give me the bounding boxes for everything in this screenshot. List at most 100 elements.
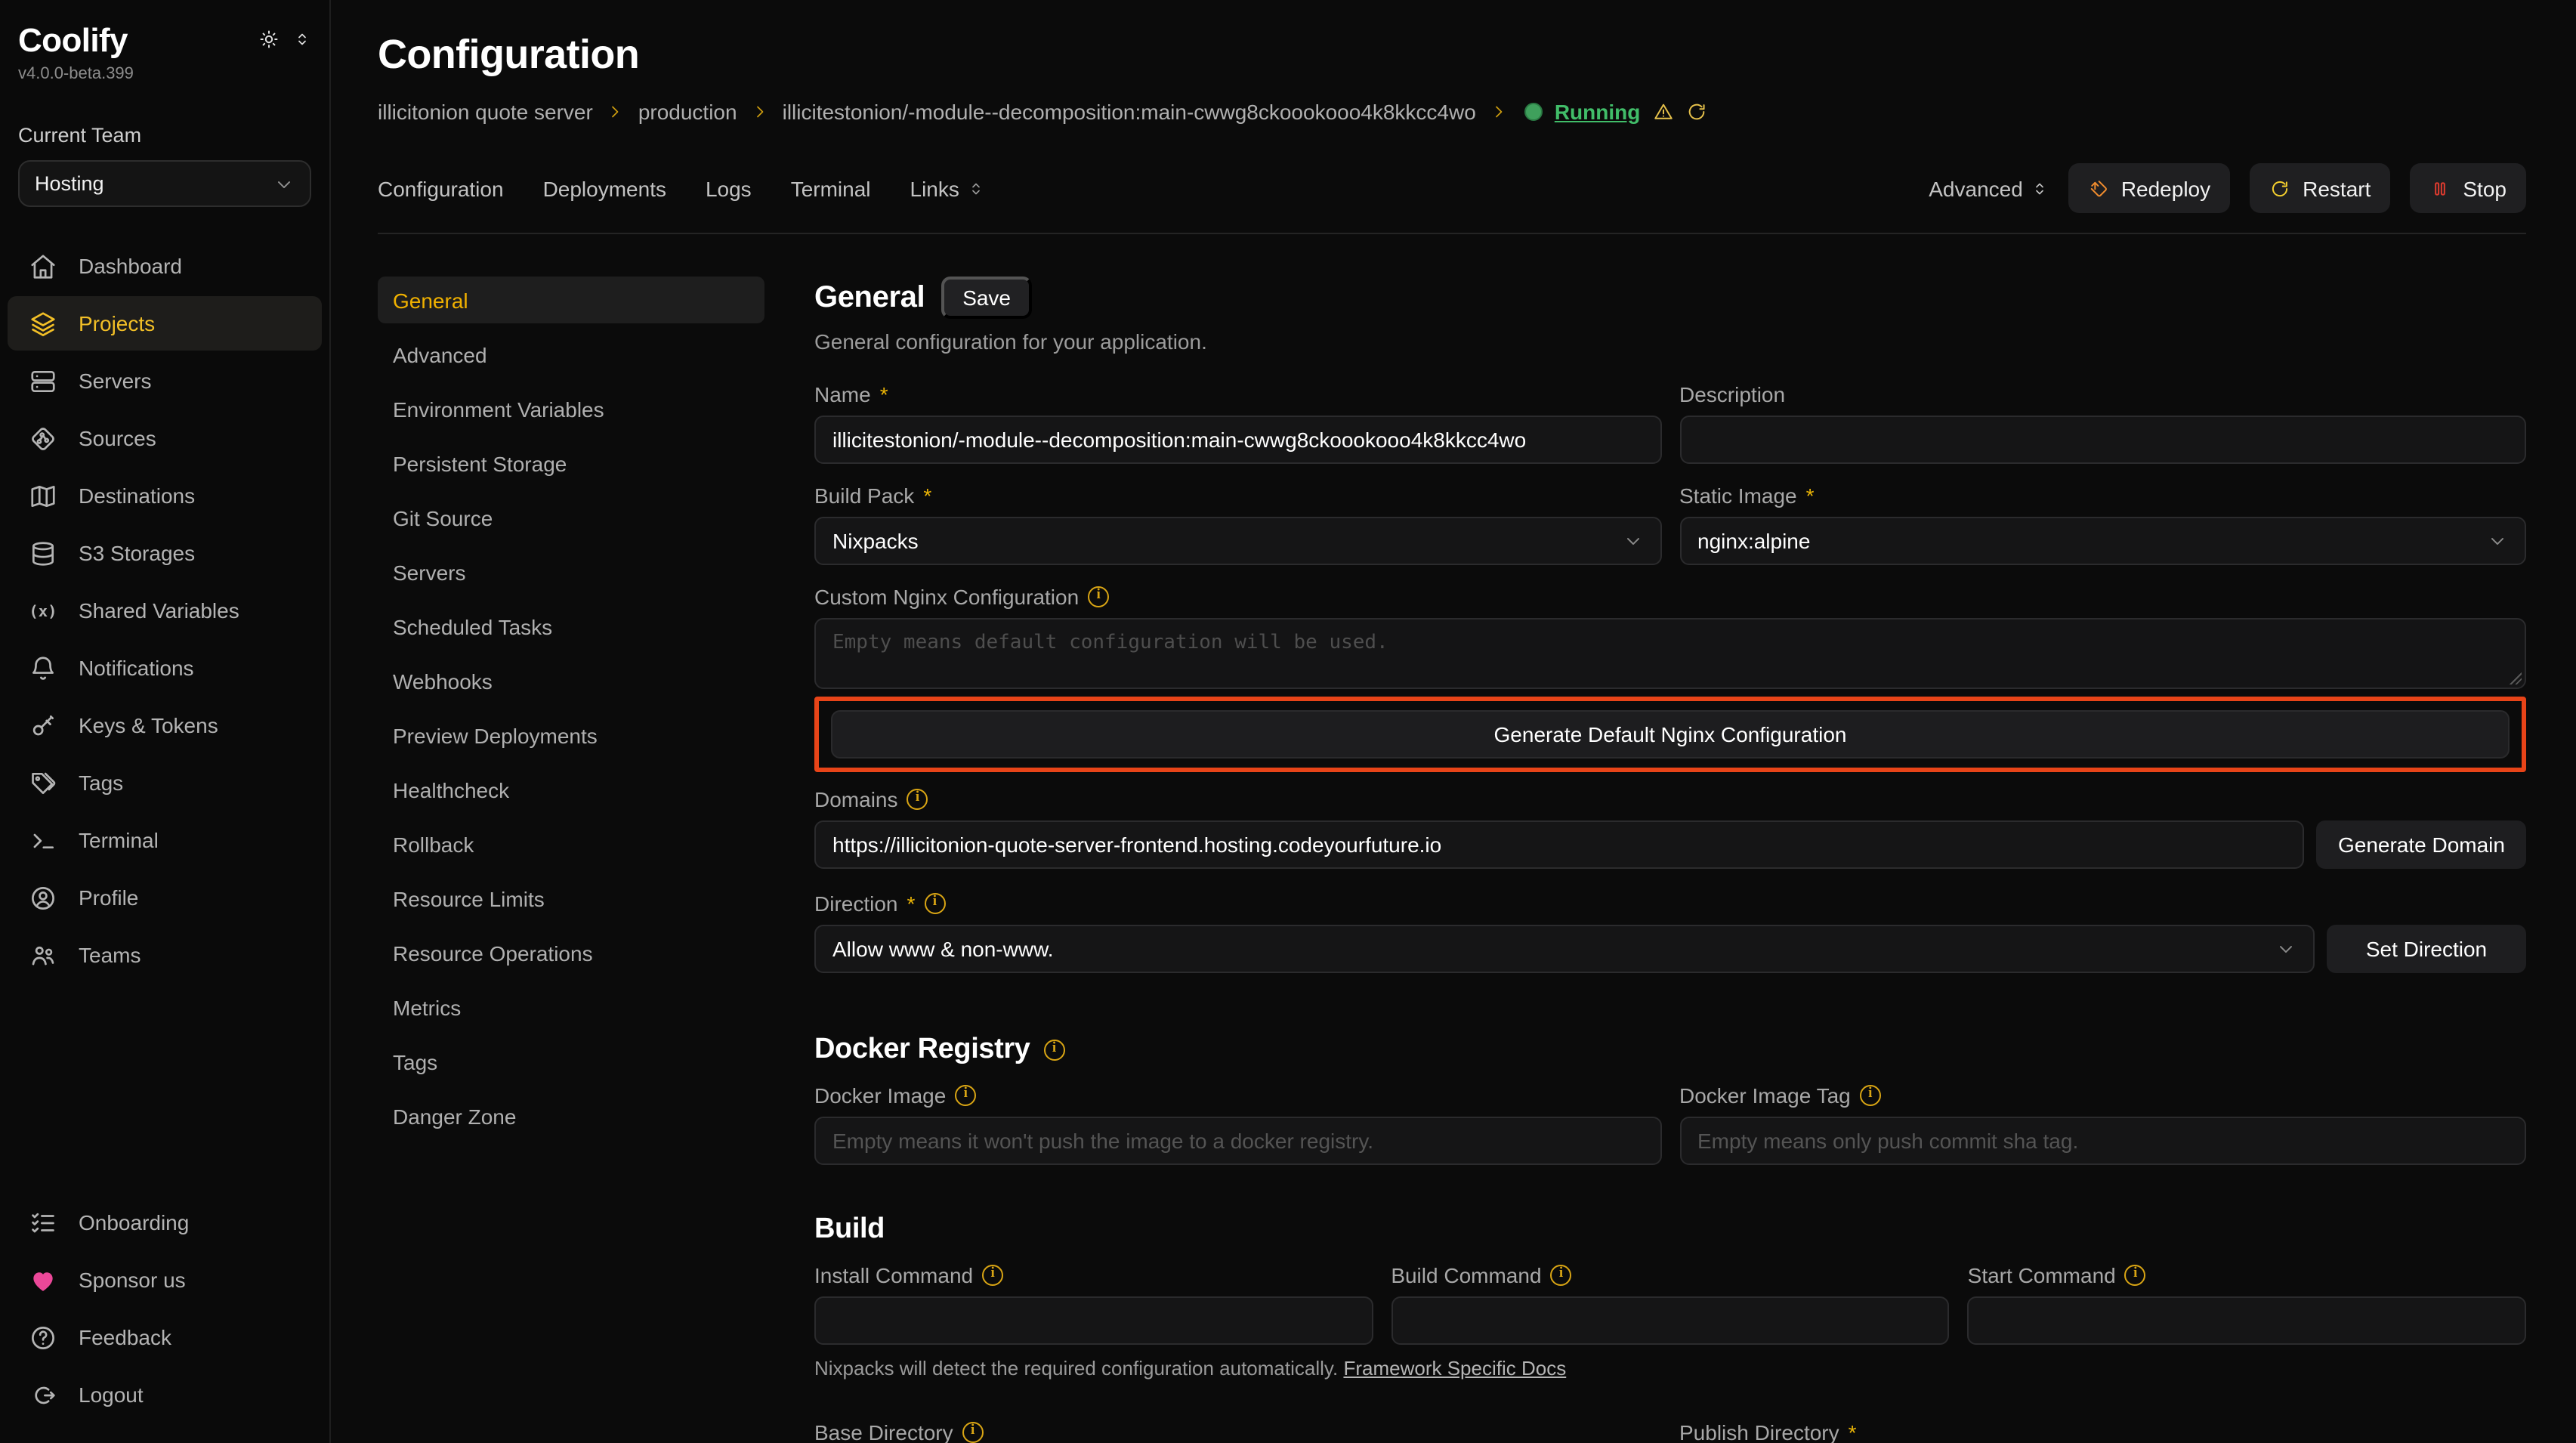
- install-command-input[interactable]: [814, 1296, 1373, 1345]
- sidebar-item-onboarding[interactable]: Onboarding: [8, 1195, 322, 1250]
- build-pack-select[interactable]: Nixpacks: [814, 517, 1661, 565]
- set-direction-button[interactable]: Set Direction: [2327, 925, 2526, 973]
- subnav-item-git-source[interactable]: Git Source: [378, 494, 764, 541]
- docker-image-input[interactable]: [814, 1117, 1661, 1165]
- info-icon[interactable]: i: [955, 1084, 976, 1105]
- info-icon[interactable]: i: [1551, 1264, 1572, 1285]
- info-icon[interactable]: i: [1860, 1084, 1881, 1105]
- theme-sun-icon[interactable]: [258, 29, 280, 50]
- sidebar-item-label: Logout: [79, 1383, 144, 1407]
- info-icon[interactable]: i: [2125, 1264, 2146, 1285]
- refresh-icon[interactable]: [1685, 101, 1707, 122]
- info-icon[interactable]: i: [1088, 586, 1109, 607]
- build-command-input[interactable]: [1391, 1296, 1949, 1345]
- sidebar-item-shared-variables[interactable]: Shared Variables: [8, 583, 322, 638]
- variables-icon: [29, 596, 57, 625]
- subnav-item-servers[interactable]: Servers: [378, 548, 764, 595]
- sidebar-item-keys-tokens[interactable]: Keys & Tokens: [8, 698, 322, 752]
- tab-configuration[interactable]: Configuration: [378, 176, 504, 200]
- custom-nginx-textarea[interactable]: [814, 618, 2526, 689]
- subnav-item-danger-zone[interactable]: Danger Zone: [378, 1092, 764, 1139]
- logout-icon: [29, 1380, 57, 1409]
- subnav-item-advanced[interactable]: Advanced: [378, 331, 764, 378]
- pause-icon: [2429, 178, 2451, 199]
- warning-icon[interactable]: [1652, 101, 1673, 122]
- bell-icon: [29, 654, 57, 682]
- tab-terminal[interactable]: Terminal: [791, 176, 871, 200]
- required-mark: *: [923, 483, 931, 507]
- info-icon[interactable]: i: [982, 1264, 1003, 1285]
- info-icon[interactable]: i: [962, 1421, 984, 1442]
- subnav-item-resource-limits[interactable]: Resource Limits: [378, 875, 764, 922]
- server-icon: [29, 366, 57, 395]
- sidebar-item-servers[interactable]: Servers: [8, 354, 322, 408]
- sidebar-item-notifications[interactable]: Notifications: [8, 641, 322, 695]
- direction-select[interactable]: Allow www & non-www.: [814, 925, 2315, 973]
- chevrons-up-down-icon: [2031, 179, 2049, 197]
- redeploy-button[interactable]: Redeploy: [2068, 163, 2230, 213]
- subnav-item-healthcheck[interactable]: Healthcheck: [378, 766, 764, 813]
- subnav-item-webhooks[interactable]: Webhooks: [378, 657, 764, 704]
- breadcrumb-environment[interactable]: production: [638, 100, 737, 124]
- tab-links[interactable]: Links: [910, 176, 985, 200]
- advanced-select[interactable]: Advanced: [1929, 176, 2049, 200]
- info-icon[interactable]: i: [924, 892, 945, 913]
- sidebar-item-feedback[interactable]: Feedback: [8, 1310, 322, 1364]
- sidebar-item-sources[interactable]: Sources: [8, 411, 322, 465]
- start-command-label: Start Command i: [1968, 1262, 2526, 1287]
- sidebar-item-tags[interactable]: Tags: [8, 755, 322, 810]
- build-command-label: Build Command i: [1391, 1262, 1949, 1287]
- sidebar-item-projects[interactable]: Projects: [8, 296, 322, 351]
- subnav-item-general[interactable]: General: [378, 277, 764, 323]
- subnav-item-environment-variables[interactable]: Environment Variables: [378, 385, 764, 432]
- generate-default-nginx-configuration-button[interactable]: Generate Default Nginx Configuration: [831, 710, 2510, 759]
- tab-deployments[interactable]: Deployments: [543, 176, 666, 200]
- subnav-item-scheduled-tasks[interactable]: Scheduled Tasks: [378, 603, 764, 650]
- status-badge[interactable]: Running: [1555, 100, 1641, 124]
- subnav-item-preview-deployments[interactable]: Preview Deployments: [378, 712, 764, 759]
- highlight-box: Generate Default Nginx Configuration: [814, 697, 2526, 772]
- restart-button[interactable]: Restart: [2250, 163, 2390, 213]
- status-dot: [1524, 103, 1543, 121]
- subnav-item-metrics[interactable]: Metrics: [378, 984, 764, 1030]
- info-icon[interactable]: i: [1043, 1040, 1064, 1061]
- resize-handle[interactable]: [2508, 671, 2522, 684]
- theme-chevrons-up-down-icon[interactable]: [293, 30, 311, 48]
- description-input[interactable]: [1679, 416, 2526, 464]
- framework-docs-link[interactable]: Framework Specific Docs: [1343, 1357, 1566, 1380]
- name-input[interactable]: [814, 416, 1661, 464]
- sidebar-item-profile[interactable]: Profile: [8, 870, 322, 925]
- sidebar-item-terminal[interactable]: Terminal: [8, 813, 322, 867]
- generate-domain-button[interactable]: Generate Domain: [2317, 820, 2526, 869]
- sidebar-item-teams[interactable]: Teams: [8, 928, 322, 982]
- chevrons-up-down-icon: [967, 179, 985, 197]
- subnav-item-persistent-storage[interactable]: Persistent Storage: [378, 440, 764, 487]
- section-heading-docker-registry: Docker Registry: [814, 1034, 1030, 1067]
- general-form: General Save General configuration for y…: [814, 277, 2526, 1443]
- save-button[interactable]: Save: [941, 277, 1032, 319]
- tab-logs[interactable]: Logs: [706, 176, 752, 200]
- sidebar-item-sponsor-us[interactable]: Sponsor us: [8, 1253, 322, 1307]
- team-select[interactable]: Hosting: [18, 160, 311, 207]
- sidebar-item-label: Dashboard: [79, 254, 182, 278]
- subnav-item-tags[interactable]: Tags: [378, 1038, 764, 1085]
- subnav-item-resource-operations[interactable]: Resource Operations: [378, 929, 764, 976]
- current-team-label: Current Team: [0, 124, 329, 147]
- sidebar-item-destinations[interactable]: Destinations: [8, 468, 322, 523]
- domains-input[interactable]: [814, 820, 2305, 869]
- start-command-input[interactable]: [1968, 1296, 2526, 1345]
- stop-button[interactable]: Stop: [2410, 163, 2526, 213]
- subnav-item-rollback[interactable]: Rollback: [378, 820, 764, 867]
- sidebar-item-s3-storages[interactable]: S3 Storages: [8, 526, 322, 580]
- docker-image-tag-input[interactable]: [1679, 1117, 2526, 1165]
- sidebar-item-logout[interactable]: Logout: [8, 1367, 322, 1422]
- sidebar-item-label: Notifications: [79, 656, 194, 680]
- breadcrumb-project[interactable]: illicitonion quote server: [378, 100, 593, 124]
- info-icon[interactable]: i: [907, 788, 928, 809]
- sidebar-item-dashboard[interactable]: Dashboard: [8, 239, 322, 293]
- static-image-select[interactable]: nginx:alpine: [1679, 517, 2526, 565]
- description-label: Description: [1679, 381, 2526, 406]
- checklist-icon: [29, 1208, 57, 1237]
- status-indicator: Running: [1524, 100, 1707, 124]
- breadcrumb-application[interactable]: illicitestonion/-module--decomposition:m…: [783, 100, 1476, 124]
